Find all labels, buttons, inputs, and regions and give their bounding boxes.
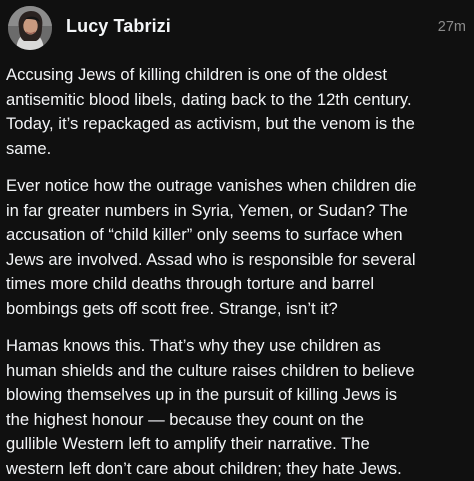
- post-timestamp: 27m: [437, 19, 466, 35]
- post-paragraph: Hamas knows this. That’s why they use ch…: [6, 336, 415, 478]
- post-header: Lucy Tabrizi 27m: [8, 4, 466, 52]
- author-name[interactable]: Lucy Tabrizi: [66, 16, 171, 37]
- post-paragraph: Accusing Jews of killing children is one…: [6, 65, 415, 158]
- post: Lucy Tabrizi 27m Accusing Jews of killin…: [0, 0, 474, 478]
- post-body: Accusing Jews of killing children is one…: [6, 63, 470, 481]
- avatar[interactable]: [8, 6, 52, 50]
- post-paragraph: Ever notice how the outrage vanishes whe…: [6, 176, 417, 318]
- profile-photo-icon: [8, 6, 52, 50]
